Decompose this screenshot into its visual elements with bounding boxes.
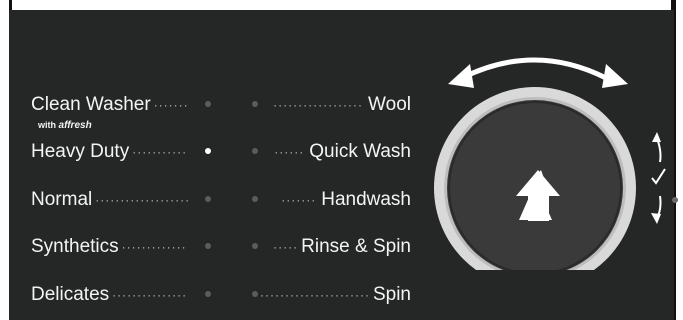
cycle-wool[interactable]: ·················· Wool [268,92,411,118]
cycle-label: Handwash [321,189,411,210]
cycle-clean-washer[interactable]: Clean Washer ······· [31,92,189,118]
cycle-label: Rinse & Spin [301,236,411,257]
leader-dots: ··········· [132,145,188,159]
leader-dots: ····· [273,240,299,254]
leader-dots: ·················· [273,98,364,112]
cycle-label: Wool [368,94,411,115]
indicator-clean-washer [205,101,211,107]
indicator-spin [252,291,258,297]
indicator-handwash [252,196,258,202]
cycle-normal[interactable]: Normal ··················· [31,187,190,213]
rotate-arrows-icon [448,57,628,88]
sublabel-with: with [38,120,56,130]
leader-dots: ······················ [260,288,370,302]
cycle-label: Synthetics [31,236,119,257]
indicator-delicates [205,291,211,297]
leader-dots: ······ [274,145,305,159]
indicator-synthetics [205,243,211,249]
indicator-normal [205,196,211,202]
cycle-quick-wash[interactable]: ······ Quick Wash [268,139,411,165]
leader-dots: ··················· [95,193,191,207]
leader-dots: ······· [281,193,317,207]
cycle-heavy-duty[interactable]: Heavy Duty ··········· [31,139,187,165]
cycle-label: Spin [372,284,411,305]
leader-dots: ············· [121,240,187,254]
indicator-heavy-duty [205,148,211,154]
cycle-handwash[interactable]: ······· Handwash [268,187,411,213]
cycle-label: Delicates [31,284,110,305]
indicator-quick-wash [252,148,258,154]
leader-dots: ······· [153,98,189,112]
cycle-synthetics[interactable]: Synthetics ············· [31,234,187,260]
indicator-rinse-spin [252,243,258,249]
cycle-label: Heavy Duty [31,141,130,162]
cycle-rinse-spin[interactable]: ····· Rinse & Spin [268,234,411,260]
cycle-delicates[interactable]: Delicates ··············· [31,282,187,308]
cycle-label: Quick Wash [309,141,411,162]
indicator-wool [252,101,258,107]
cycle-dial[interactable] [434,50,683,270]
sublabel-brand: affresh [58,120,92,131]
cycle-label: Normal [31,189,93,210]
adjust-check-icon [651,132,678,224]
leader-dots: ··············· [112,288,188,302]
cycle-label: Clean Washer [31,94,151,115]
cycle-spin[interactable]: ······················ Spin [260,282,411,308]
cycle-sublabel: with affresh [38,120,92,131]
